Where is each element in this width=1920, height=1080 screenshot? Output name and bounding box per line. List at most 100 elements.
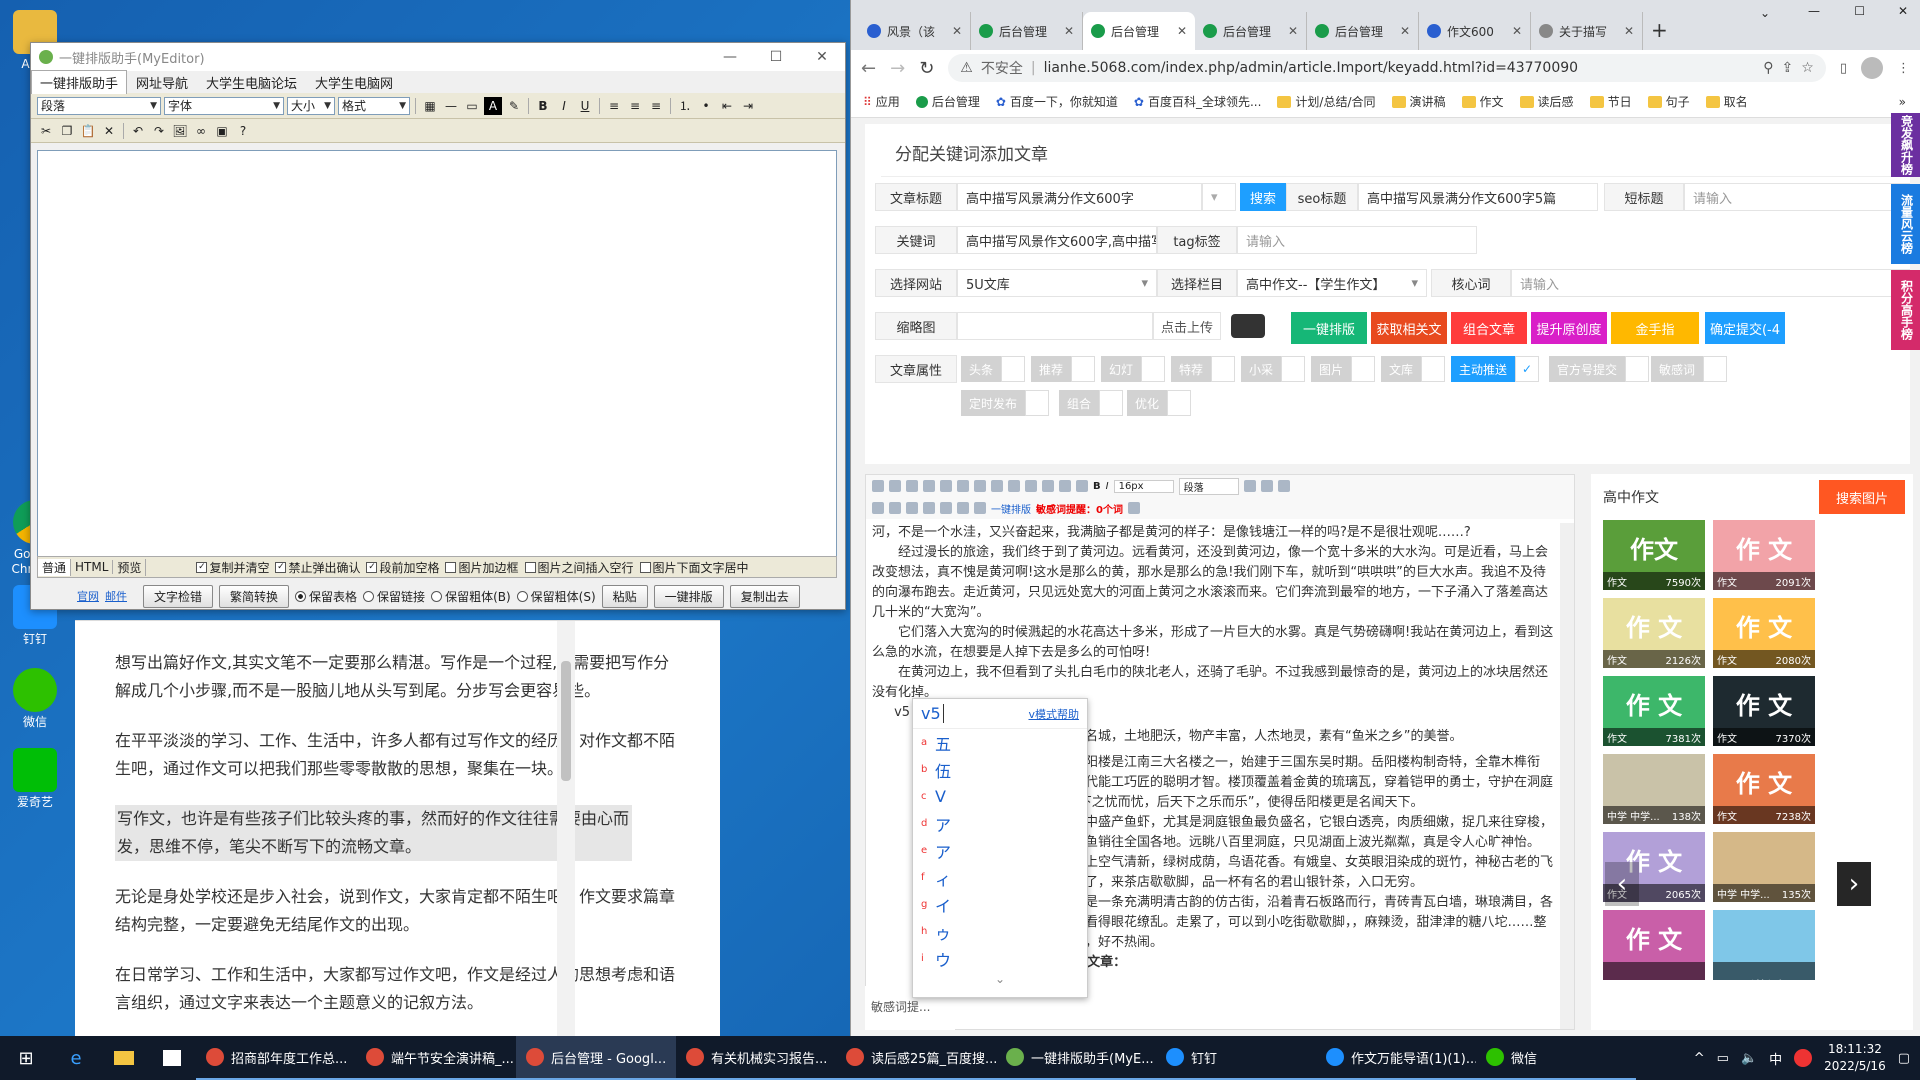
seo-input[interactable]: 高中描写风景满分作文600字5篇 — [1358, 183, 1598, 211]
close-icon[interactable]: ✕ — [1177, 24, 1187, 38]
highlight-icon[interactable]: ✎ — [505, 97, 523, 115]
image-thumbnail[interactable]: 作 文作文 7370次 — [1713, 676, 1815, 746]
size-select[interactable]: 大小 ▼ — [287, 96, 335, 115]
ime-indicator[interactable]: 中 — [1769, 1049, 1782, 1068]
align-right-icon[interactable] — [1277, 480, 1290, 492]
font-select[interactable]: 字体 ▼ — [164, 96, 284, 115]
align-left-icon[interactable]: ≡ — [605, 97, 623, 115]
reload-icon[interactable]: ↻ — [919, 58, 934, 79]
attr-slide[interactable]: 幻灯 — [1101, 356, 1166, 382]
bullet-list-icon[interactable]: • — [697, 97, 715, 115]
cut-icon[interactable]: ✂ — [37, 122, 55, 140]
image-icon[interactable] — [889, 502, 901, 514]
file-explorer-icon[interactable] — [100, 1036, 148, 1080]
attr-official[interactable]: 官方号提交 — [1549, 356, 1650, 382]
taskbar-app[interactable]: 一键排版助手(MyE... — [996, 1036, 1156, 1080]
browser-tab[interactable]: 风景（该 ✕ — [859, 12, 971, 50]
image-thumbnail[interactable]: 作文 作文 7590次 — [1603, 520, 1705, 590]
paragraph-select[interactable]: 段落 ▼ — [37, 96, 161, 115]
print-icon[interactable] — [940, 480, 952, 492]
new-tab-icon[interactable]: + — [1651, 18, 1668, 42]
option-indent[interactable]: ✓ 段前加空格 — [366, 559, 439, 576]
ime-candidate[interactable]: gイ — [913, 891, 1087, 918]
taskbar-app[interactable]: 微信 — [1476, 1036, 1636, 1080]
image-thumbnail[interactable]: 作 文作文 2126次 — [1603, 598, 1705, 668]
image-thumbnail[interactable]: 作 文作文 2080次 — [1713, 598, 1815, 668]
font-color-icon[interactable] — [1076, 480, 1088, 492]
taskbar-app[interactable]: 有关机械实习报告... — [676, 1036, 836, 1080]
tab-preview[interactable]: 预览 — [113, 558, 147, 576]
bookmark-apps[interactable]: ⠿ 应用 — [863, 93, 900, 110]
option-image-caption[interactable]: 图片下面文字居中 — [639, 559, 749, 576]
redo-icon[interactable] — [906, 480, 918, 492]
browser-tab[interactable]: 后台管理 ✕ — [1195, 12, 1307, 50]
superscript-icon[interactable] — [974, 480, 986, 492]
bookmark-folder[interactable]: 计划/总结/合同 — [1277, 93, 1376, 110]
save-icon[interactable] — [923, 480, 935, 492]
search-image-button[interactable]: 搜索图片 — [1819, 480, 1905, 514]
brush-icon[interactable] — [974, 502, 986, 514]
combine-article-button[interactable]: 组合文章 — [1451, 312, 1527, 344]
sidebar-icon[interactable]: ▯ — [1840, 61, 1847, 76]
block-select[interactable]: 段落 — [1178, 477, 1239, 495]
menu-icon[interactable]: ⋮ — [1897, 61, 1910, 76]
radio-keep-link[interactable]: 保留链接 — [363, 588, 425, 605]
italic-icon[interactable]: I — [555, 97, 573, 115]
thumb-input[interactable] — [957, 312, 1153, 340]
html-icon[interactable]: ▣ — [213, 122, 231, 140]
browser-tab-active[interactable]: 后台管理 ✕ — [1083, 12, 1195, 50]
image-thumbnail[interactable]: 作 文 — [1603, 910, 1705, 980]
outdent-icon[interactable]: ⇤ — [718, 97, 736, 115]
font-size-select[interactable]: 16px — [1113, 479, 1174, 493]
attr-library[interactable]: 文库 — [1381, 356, 1446, 382]
close-icon[interactable]: ✕ — [1288, 24, 1298, 38]
table-icon[interactable]: ▦ — [421, 97, 439, 115]
gallery-icon[interactable] — [906, 502, 918, 514]
menu-item[interactable]: 大学生电脑网 — [306, 70, 402, 95]
format-select[interactable]: 格式 ▼ — [338, 96, 410, 115]
upload-button[interactable]: 点击上传 — [1153, 312, 1221, 340]
ime-candidate[interactable]: fィ — [913, 864, 1087, 891]
close-icon[interactable]: ✕ — [799, 49, 845, 65]
bookmark[interactable]: ✿ 百度百科_全球领先... — [1134, 93, 1262, 110]
bold-icon[interactable]: B — [534, 97, 552, 115]
taskbar-app[interactable]: 端午节安全演讲稿_... — [356, 1036, 516, 1080]
close-icon[interactable]: ✕ — [1898, 4, 1908, 18]
taskbar-app[interactable]: 作文万能导语(1)(1)... — [1316, 1036, 1476, 1080]
network-icon[interactable]: ▭ — [1717, 1051, 1729, 1066]
star-icon[interactable]: ☆ — [1801, 60, 1814, 76]
store-icon[interactable] — [148, 1036, 196, 1080]
attr-image[interactable]: 图片 — [1311, 356, 1376, 382]
strike-icon[interactable] — [1059, 480, 1071, 492]
align-center-icon[interactable]: ≡ — [626, 97, 644, 115]
align-right-icon[interactable]: ≡ — [647, 97, 665, 115]
radio-keep-bold-b[interactable]: 保留粗体(B) — [431, 588, 511, 605]
table-icon[interactable] — [940, 502, 952, 514]
close-icon[interactable]: ✕ — [1400, 24, 1410, 38]
attr-collect[interactable]: 小采 — [1241, 356, 1306, 382]
close-icon[interactable]: ✕ — [1512, 24, 1522, 38]
menu-item[interactable]: 大学生电脑论坛 — [197, 70, 306, 95]
copy-icon[interactable]: ❐ — [58, 122, 76, 140]
image-thumbnail[interactable]: 中学 中学... 135次 — [1713, 832, 1815, 902]
notification-icon[interactable]: ▢ — [1898, 1051, 1910, 1066]
source-icon[interactable] — [872, 480, 884, 492]
one-key-format-button[interactable]: 一键排版 — [653, 584, 724, 608]
copy-out-button[interactable]: 复制出去 — [729, 584, 800, 608]
rank-tab-rising[interactable]: 竞发飙升榜 — [1891, 113, 1920, 177]
submit-button[interactable]: 确定提交(-4 — [1705, 312, 1785, 344]
title-input[interactable]: 高中描写风景满分作文600字 — [957, 183, 1202, 211]
one-key-format-link[interactable]: 一键排版 — [991, 501, 1031, 516]
ime-candidate[interactable]: eア — [913, 837, 1087, 864]
option-image-blank[interactable]: 图片之间插入空行 — [524, 559, 634, 576]
site-select[interactable]: 5U文库 ▾ — [957, 269, 1157, 297]
hr-icon[interactable] — [872, 502, 884, 514]
indent-icon[interactable]: ⇥ — [739, 97, 757, 115]
bookmark-folder[interactable]: 作文 — [1461, 93, 1504, 110]
clear-format-icon[interactable] — [957, 480, 969, 492]
tag-input[interactable]: 请输入 — [1237, 226, 1477, 254]
browser-tab[interactable]: 关于描写 ✕ — [1531, 12, 1643, 50]
attr-special[interactable]: 特荐 — [1171, 356, 1236, 382]
image-thumbnail[interactable]: 作 文作文 7381次 — [1603, 676, 1705, 746]
tab-search-icon[interactable]: ⌄ — [1760, 6, 1770, 20]
